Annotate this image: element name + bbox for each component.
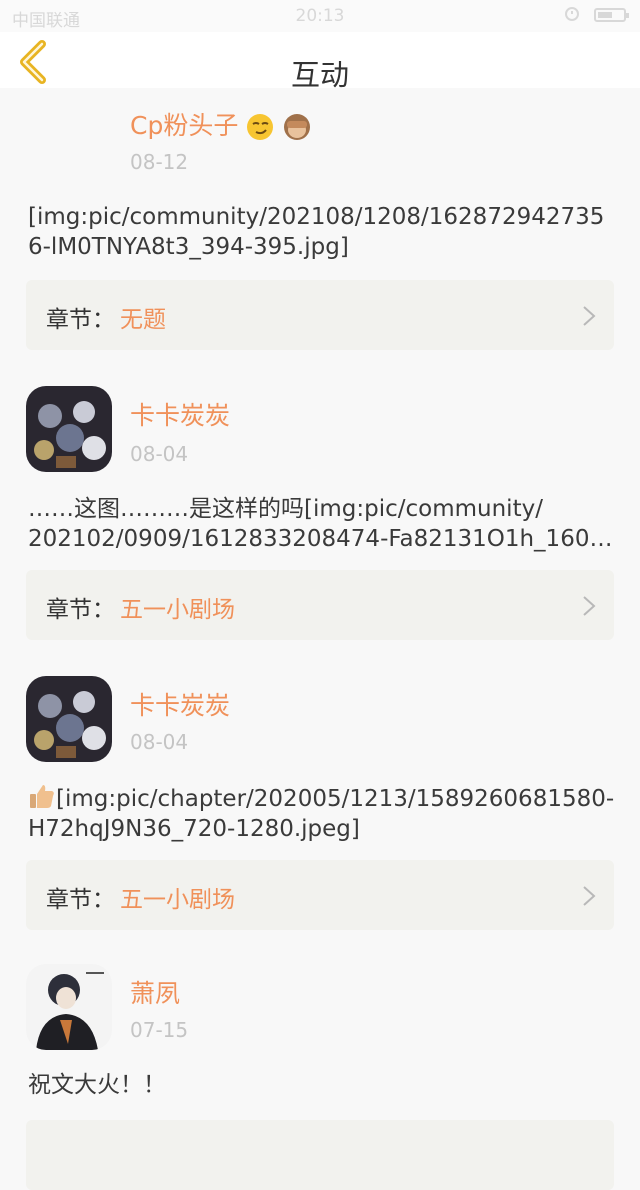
clock: 20:13 bbox=[295, 6, 345, 26]
nav-bar: 互动 bbox=[0, 32, 640, 92]
alarm-icon bbox=[565, 7, 579, 21]
post-date: 08-04 bbox=[130, 730, 189, 754]
chevron-right-icon bbox=[583, 596, 596, 616]
post-username[interactable]: 萧夙 bbox=[130, 974, 180, 1010]
chapter-label: 章节： bbox=[46, 887, 115, 913]
battery-icon bbox=[594, 8, 629, 22]
post-content: ……这图………是这样的吗[img:pic/community/ 202102/0… bbox=[28, 494, 618, 554]
chapter-label: 章节： bbox=[46, 597, 115, 623]
chevron-right-icon bbox=[583, 306, 596, 326]
post-content: [img:pic/community/202108/1208/162872942… bbox=[28, 204, 605, 260]
post-username[interactable]: 卡卡炭炭 bbox=[130, 396, 230, 432]
post-content-line: 202102/0909/1612833208474-Fa82131O1h_160… bbox=[28, 526, 613, 552]
post-username[interactable]: 卡卡炭炭 bbox=[130, 686, 230, 722]
see-no-evil-monkey-icon bbox=[284, 114, 311, 140]
chapter-name: 五一小剧场 bbox=[120, 597, 235, 623]
post-content-line: ……这图………是这样的吗[img:pic/community/ bbox=[28, 496, 543, 522]
post-content: 祝文大火！！ bbox=[28, 1072, 166, 1098]
post-date: 07-15 bbox=[130, 1018, 189, 1042]
chapter-label: 章节： bbox=[46, 307, 115, 333]
chapter-name: 无题 bbox=[120, 307, 166, 333]
avatar[interactable] bbox=[26, 676, 112, 762]
post-content: [img:pic/chapter/202005/1213/15892606815… bbox=[28, 782, 618, 844]
avatar[interactable] bbox=[26, 964, 112, 1050]
avatar[interactable] bbox=[26, 386, 112, 472]
page-title: 互动 bbox=[290, 58, 349, 92]
chapter-link[interactable]: 章节： 无题 bbox=[26, 280, 614, 350]
status-bar: 中国联通 20:13 bbox=[0, 0, 640, 32]
post-username[interactable]: Cp粉头子 bbox=[130, 106, 312, 142]
chapter-link[interactable]: 章节： 五一小剧场 bbox=[26, 570, 614, 640]
post-date: 08-04 bbox=[130, 442, 189, 466]
smirk-emoji-icon bbox=[247, 114, 274, 140]
chapter-link[interactable]: 章节： 五一小剧场 bbox=[26, 860, 614, 930]
chapter-name: 五一小剧场 bbox=[120, 887, 235, 913]
thumbs-up-icon bbox=[30, 785, 54, 808]
chevron-right-icon bbox=[583, 886, 596, 906]
post-date: 08-12 bbox=[130, 150, 189, 174]
chapter-link[interactable] bbox=[26, 1120, 614, 1190]
